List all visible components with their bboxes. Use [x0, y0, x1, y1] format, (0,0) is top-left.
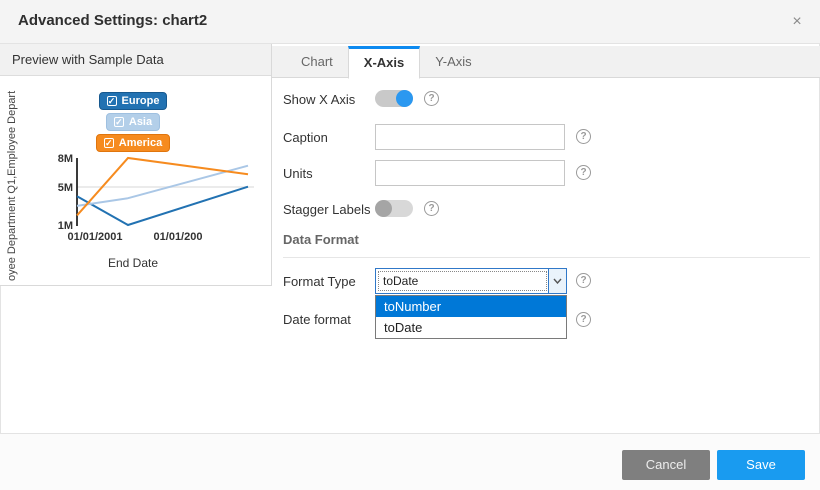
show-x-axis-label: Show X Axis [283, 92, 355, 107]
cancel-button[interactable]: Cancel [622, 450, 710, 480]
help-icon-caption[interactable]: ? [576, 129, 591, 144]
preview-chart-plot [77, 158, 248, 225]
caption-label: Caption [283, 130, 328, 145]
page-title: Advanced Settings: chart2 [18, 12, 207, 29]
format-type-dropdown-list: toNumbertoDate [375, 295, 567, 339]
help-icon-show-x-axis[interactable]: ? [424, 91, 439, 106]
legend-label: Asia [129, 116, 152, 128]
toggle-knob [396, 90, 413, 107]
preview-panel: Preview with Sample Data oyee Department… [0, 44, 272, 286]
toggle-knob [375, 200, 392, 217]
units-label: Units [283, 166, 313, 181]
tab-y-axis[interactable]: Y-Axis [420, 46, 486, 77]
help-icon-date-format[interactable]: ? [576, 312, 591, 327]
show-x-axis-toggle[interactable] [375, 90, 413, 107]
x-axis-title: End Date [58, 256, 208, 270]
legend-item-europe[interactable]: ✓ Europe [99, 92, 168, 110]
legend-item-asia[interactable]: ✓ Asia [106, 113, 160, 131]
legend-label: America [119, 137, 162, 149]
checkbox-icon: ✓ [107, 96, 117, 106]
series-line-europe [77, 187, 248, 225]
preview-header: Preview with Sample Data [0, 44, 271, 76]
format-type-label: Format Type [283, 274, 356, 289]
help-icon-stagger-labels[interactable]: ? [424, 201, 439, 216]
units-input[interactable] [375, 160, 565, 186]
checkbox-icon: ✓ [114, 117, 124, 127]
checkbox-icon: ✓ [104, 138, 114, 148]
date-format-label: Date format [283, 312, 351, 327]
y-tick-5m: 5M [58, 182, 73, 194]
title-bar: Advanced Settings: chart2 × [0, 0, 820, 44]
footer: Cancel Save [0, 433, 820, 490]
chevron-down-icon [548, 269, 566, 293]
data-format-heading: Data Format [283, 232, 359, 247]
legend-label: Europe [122, 95, 160, 107]
x-tick-last: 01/01/200 [154, 231, 203, 243]
advanced-settings-dialog: Advanced Settings: chart2 × Preview with… [0, 0, 820, 490]
tab-bar: ChartX-AxisY-Axis [272, 46, 820, 78]
help-icon-format-type[interactable]: ? [576, 273, 591, 288]
stagger-labels-toggle[interactable] [375, 200, 413, 217]
dropdown-option-tonumber[interactable]: toNumber [376, 296, 566, 317]
dropdown-option-todate[interactable]: toDate [376, 317, 566, 338]
help-icon-units[interactable]: ? [576, 165, 591, 180]
y-tick-8m: 8M [58, 153, 73, 165]
tab-x-axis[interactable]: X-Axis [348, 46, 420, 79]
save-button[interactable]: Save [717, 450, 805, 480]
section-divider [283, 257, 810, 258]
format-type-value: toDate [379, 272, 546, 290]
legend: ✓ Europe ✓ Asia ✓ America [58, 92, 208, 155]
close-icon[interactable]: × [786, 11, 808, 33]
tab-chart[interactable]: Chart [286, 46, 348, 77]
format-type-select[interactable]: toDate [375, 268, 567, 294]
preview-chart: 8M 5M 1M 01/01/2001 01/01/200 [50, 150, 262, 244]
x-tick-first: 01/01/2001 [67, 231, 122, 243]
y-axis-title: oyee Department Q1,Employee Depart [6, 82, 18, 290]
caption-input[interactable] [375, 124, 565, 150]
stagger-labels-label: Stagger Labels [283, 202, 370, 217]
